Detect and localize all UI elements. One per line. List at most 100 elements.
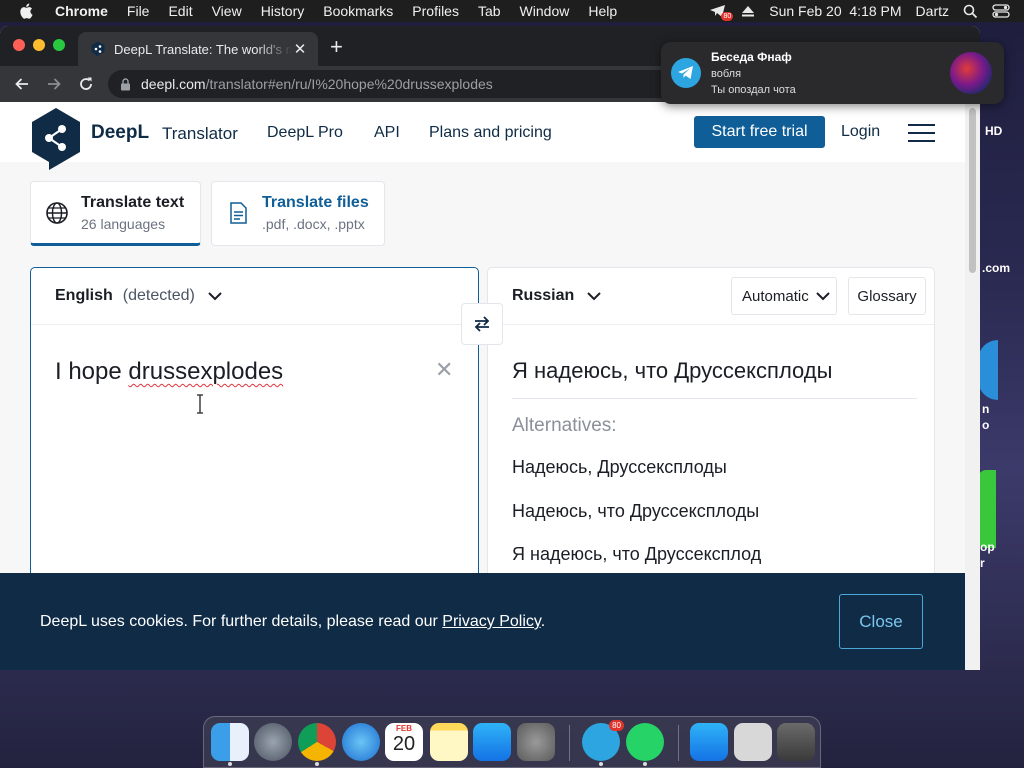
calendar-icon[interactable]: FEB 20 <box>385 723 423 761</box>
divider <box>512 398 917 399</box>
desktop-label-fragment: HD <box>985 124 1003 138</box>
menu-edit[interactable]: Edit <box>168 3 192 19</box>
telegram-badge: 80 <box>609 720 624 731</box>
lock-icon[interactable] <box>120 77 131 91</box>
target-panel-header: Russian Automatic Glossary <box>488 268 934 325</box>
reload-icon[interactable] <box>76 74 96 94</box>
macos-dock: FEB 20 80 <box>203 716 821 768</box>
cookie-suffix: . <box>540 613 546 630</box>
launchpad-icon[interactable] <box>254 723 292 761</box>
menubar-user[interactable]: Dartz <box>916 3 949 19</box>
hamburger-menu-icon[interactable] <box>908 124 935 142</box>
browser-tab-deepl[interactable]: DeepL Translate: The world's most accura… <box>78 32 318 66</box>
deepl-favicon-icon <box>91 41 105 57</box>
privacy-policy-link[interactable]: Privacy Policy <box>442 613 540 630</box>
alternative-item[interactable]: Надеюсь, что Друссексплоды <box>512 501 759 522</box>
source-text-misspelled: drussexplodes <box>128 358 284 385</box>
forward-arrow-icon[interactable] <box>44 74 64 94</box>
running-indicator <box>228 762 232 766</box>
target-language-select[interactable]: Russian <box>512 287 602 305</box>
window-minimize-button[interactable] <box>33 39 45 51</box>
finder-icon[interactable] <box>211 723 249 761</box>
eject-icon[interactable] <box>741 5 755 17</box>
alternative-item[interactable]: Надеюсь, Друссексплоды <box>512 457 727 478</box>
cookie-banner: DeepL uses cookies. For further details,… <box>0 573 965 670</box>
glossary-button[interactable]: Glossary <box>848 277 926 315</box>
menu-file[interactable]: File <box>127 3 150 19</box>
notes-icon[interactable] <box>430 723 468 761</box>
site-header: DeepL Translator DeepL Pro API Plans and… <box>0 102 965 170</box>
menu-history[interactable]: History <box>261 3 305 19</box>
start-free-trial-button[interactable]: Start free trial <box>694 116 825 148</box>
swap-languages-button[interactable] <box>461 303 503 345</box>
chevron-down-icon <box>587 292 601 301</box>
source-text-plain: I hope <box>55 358 129 385</box>
menu-help[interactable]: Help <box>588 3 617 19</box>
clear-text-icon[interactable]: ✕ <box>435 357 453 383</box>
source-language-select[interactable]: English (detected) <box>55 287 223 305</box>
window-zoom-button[interactable] <box>53 39 65 51</box>
formality-value: Automatic <box>742 287 809 305</box>
page-scrollbar[interactable] <box>965 102 980 670</box>
translate-text-subtitle: 26 languages <box>81 216 166 232</box>
menu-view[interactable]: View <box>212 3 242 19</box>
source-panel-header: English (detected) <box>31 268 478 325</box>
alternatives-label: Alternatives: <box>512 415 617 436</box>
menu-window[interactable]: Window <box>520 3 570 19</box>
desktop-label-fragment: op <box>980 540 995 554</box>
swap-arrows-icon <box>474 316 490 332</box>
menu-bookmarks[interactable]: Bookmarks <box>323 3 393 19</box>
calendar-day: 20 <box>392 733 416 755</box>
menu-app-name[interactable]: Chrome <box>55 3 108 19</box>
app-store-folder-icon[interactable] <box>690 723 728 761</box>
chat-avatar <box>950 52 992 94</box>
control-center-icon[interactable] <box>992 4 1010 18</box>
running-indicator <box>643 762 647 766</box>
translation-output[interactable]: Я надеюсь, что Друссексплоды <box>512 358 832 384</box>
cookie-close-button[interactable]: Close <box>839 594 923 649</box>
menu-tab[interactable]: Tab <box>478 3 501 19</box>
new-tab-button[interactable]: + <box>330 36 343 58</box>
scrollbar-thumb[interactable] <box>969 108 976 273</box>
chevron-down-icon <box>208 292 222 301</box>
chrome-icon[interactable] <box>298 723 336 761</box>
menubar-clock[interactable]: Sun Feb 20 4:18 PM <box>769 3 901 19</box>
telegram-tray-icon[interactable]: 80 <box>709 4 734 21</box>
desktop-label-fragment: .com <box>982 261 1011 275</box>
tab-translate-files[interactable]: Translate files .pdf, .docx, .pptx <box>211 181 385 246</box>
source-language-name: English <box>55 287 113 304</box>
nav-deepl-pro[interactable]: DeepL Pro <box>267 124 343 142</box>
formality-select[interactable]: Automatic <box>731 277 837 315</box>
window-close-button[interactable] <box>13 39 25 51</box>
login-link[interactable]: Login <box>841 123 880 141</box>
alternative-item[interactable]: Я надеюсь, что Друссексплод <box>512 544 761 565</box>
whatsapp-icon[interactable] <box>626 723 664 761</box>
calendar-month: FEB <box>396 724 412 733</box>
apple-menu-icon[interactable] <box>19 3 37 19</box>
notification-sender: вобля <box>711 68 742 80</box>
macos-menubar: Chrome File Edit View History Bookmarks … <box>0 0 1024 22</box>
menu-profiles[interactable]: Profiles <box>412 3 459 19</box>
safari-icon[interactable] <box>342 723 380 761</box>
translate-files-subtitle: .pdf, .docx, .pptx <box>262 216 365 232</box>
spotlight-search-icon[interactable] <box>963 4 978 19</box>
logo-text[interactable]: DeepL <box>91 122 149 144</box>
address-bar[interactable]: deepl.com /translator#en/ru/I%20hope%20d… <box>108 70 708 98</box>
app-store-icon[interactable] <box>473 723 511 761</box>
tab-translate-text[interactable]: Translate text 26 languages <box>30 181 201 246</box>
tab-title: DeepL Translate: The world's most accura… <box>114 41 292 57</box>
back-arrow-icon[interactable] <box>12 74 32 94</box>
source-textarea[interactable]: I hope drussexplodes <box>55 358 283 386</box>
logo-subtitle[interactable]: Translator <box>162 124 238 144</box>
system-preferences-icon[interactable] <box>517 723 555 761</box>
telegram-notification[interactable]: Беседа Фнаф вобля Ты опоздал чота <box>661 42 1004 104</box>
trash-icon[interactable] <box>777 723 815 761</box>
detected-label: (detected) <box>122 287 195 304</box>
nav-api[interactable]: API <box>374 124 400 142</box>
tab-close-icon[interactable]: ✕ <box>292 40 308 58</box>
document-stack-icon[interactable] <box>734 723 772 761</box>
tray-badge: 80 <box>721 12 734 21</box>
telegram-dock-icon[interactable]: 80 <box>582 720 624 761</box>
deepl-logo-icon[interactable] <box>29 106 83 170</box>
nav-plans-pricing[interactable]: Plans and pricing <box>429 124 552 142</box>
